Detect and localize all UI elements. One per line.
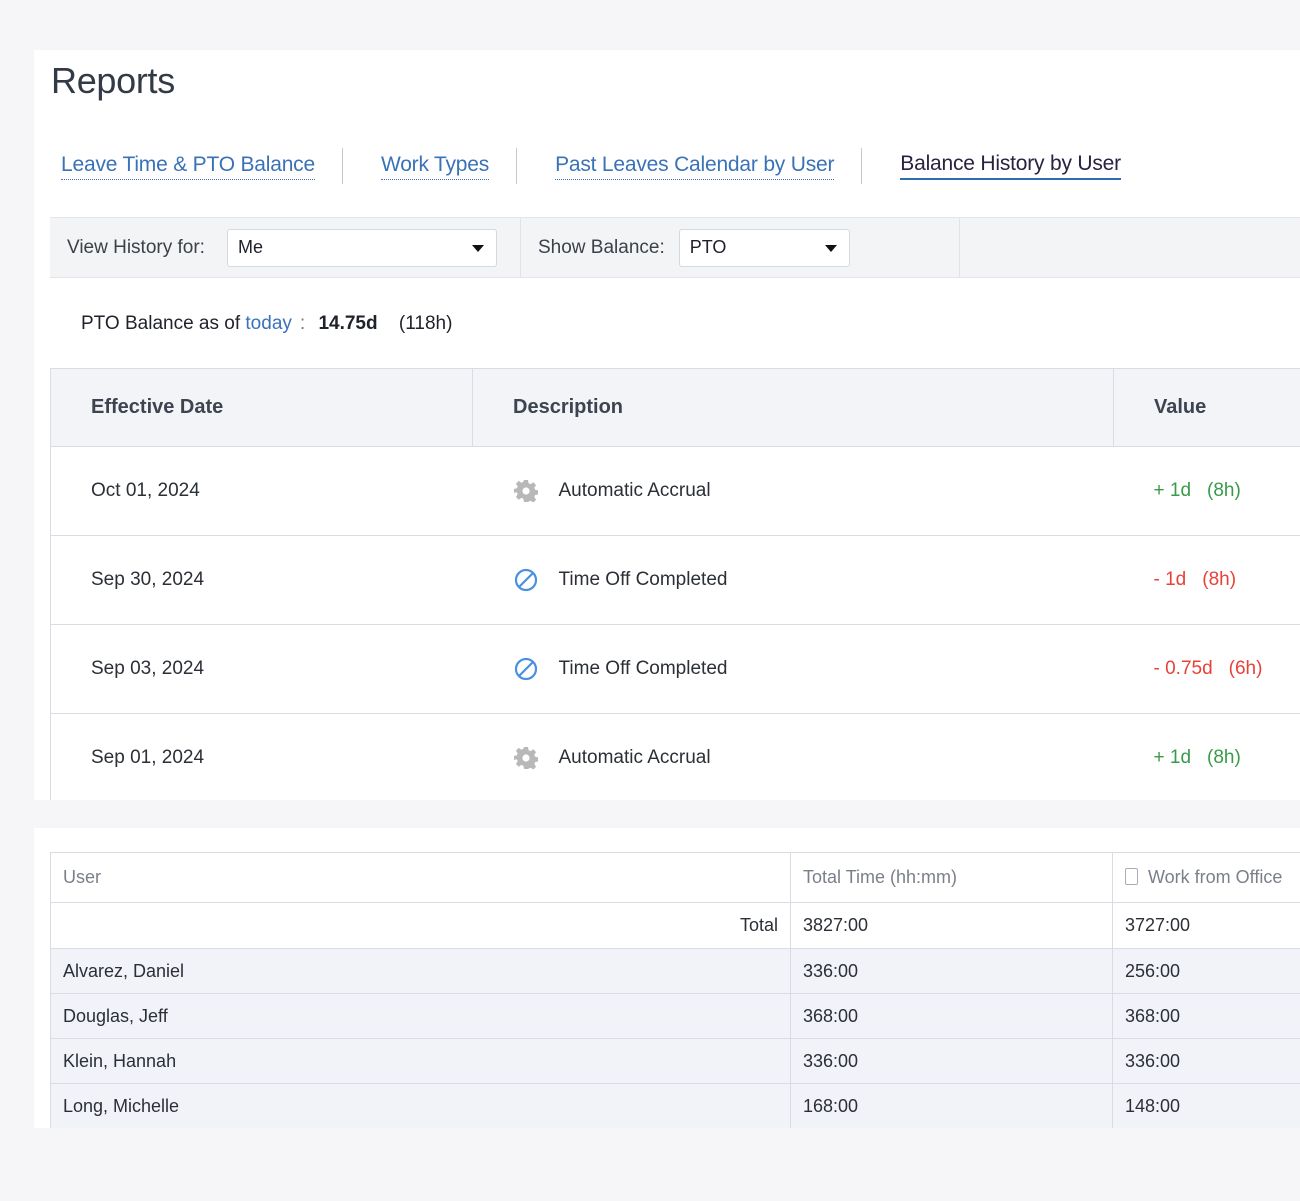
- show-balance-filter: Show Balance: PTO: [521, 218, 960, 277]
- description-text: Time Off Completed: [558, 569, 728, 590]
- value-hours: (6h): [1228, 658, 1263, 679]
- column-header-value[interactable]: Value: [1113, 368, 1300, 447]
- view-history-filter: View History for: Me: [50, 218, 521, 277]
- user-cell[interactable]: Klein, Hannah: [50, 1038, 791, 1084]
- total-time-cell: 368:00: [790, 993, 1113, 1039]
- work-types-table: User Total Time (hh:mm) Work from Office…: [50, 852, 1300, 1128]
- table-row: Long, Michelle 168:00 148:00: [50, 1083, 1300, 1128]
- view-history-value: Me: [237, 237, 263, 257]
- table-row: Alvarez, Daniel 336:00 256:00: [50, 948, 1300, 994]
- value-days: + 1d: [1153, 747, 1192, 768]
- column-header-user[interactable]: User: [50, 852, 791, 903]
- table-header-row: Effective Date Description Value: [50, 368, 1300, 447]
- balance-days: 14.75d: [318, 313, 378, 334]
- user-cell[interactable]: Long, Michelle: [50, 1083, 791, 1128]
- column-header-effective-date[interactable]: Effective Date: [50, 368, 473, 447]
- tab-work-types[interactable]: Work Types: [380, 153, 489, 180]
- value-days: - 0.75d: [1153, 658, 1213, 679]
- table-row: Klein, Hannah 336:00 336:00: [50, 1038, 1300, 1084]
- value-cell: + 1d (8h): [1113, 713, 1300, 800]
- value-cell: - 1d (8h): [1113, 535, 1300, 625]
- value-days: + 1d: [1153, 480, 1192, 501]
- balance-colon: :: [299, 313, 306, 334]
- table-header-row: User Total Time (hh:mm) Work from Office: [50, 852, 1300, 903]
- value-hours: (8h): [1202, 569, 1237, 590]
- table-row: Oct 01, 2024 Automatic Accrual + 1d (8h): [50, 446, 1300, 536]
- filter-bar: View History for: Me Show Balance: PTO: [50, 217, 1300, 278]
- effective-date-cell: Sep 01, 2024: [50, 713, 473, 800]
- work-from-office-cell: 336:00: [1112, 1038, 1300, 1084]
- gear-icon: [513, 745, 539, 771]
- tab-balance-history-by-user[interactable]: Balance History by User: [900, 152, 1121, 180]
- effective-date-cell: Oct 01, 2024: [50, 446, 473, 536]
- value-hours: (8h): [1207, 480, 1241, 501]
- table-row: Sep 30, 2024 Time Off Completed - 1d (8h): [50, 535, 1300, 625]
- work-from-office-cell: 256:00: [1112, 948, 1300, 994]
- description-cell: Time Off Completed: [472, 624, 1114, 714]
- value-hours: (8h): [1207, 747, 1241, 768]
- description-text: Automatic Accrual: [558, 747, 711, 768]
- value-days: - 1d: [1153, 569, 1187, 590]
- chevron-down-icon: [824, 244, 837, 252]
- description-cell: Time Off Completed: [472, 535, 1114, 625]
- tab-past-leaves-calendar[interactable]: Past Leaves Calendar by User: [555, 153, 834, 180]
- chevron-down-icon: [471, 244, 484, 252]
- table-row: Sep 01, 2024 Automatic Accrual + 1d (8h): [50, 713, 1300, 800]
- table-row: Douglas, Jeff 368:00 368:00: [50, 993, 1300, 1039]
- user-cell[interactable]: Douglas, Jeff: [50, 993, 791, 1039]
- work-from-office-cell: 3727:00: [1112, 902, 1300, 949]
- balance-prefix: PTO Balance as of: [81, 313, 241, 334]
- gear-icon: [513, 478, 539, 504]
- value-cell: - 0.75d (6h): [1113, 624, 1300, 714]
- description-text: Time Off Completed: [558, 658, 728, 679]
- description-cell: Automatic Accrual: [472, 446, 1114, 536]
- total-row: Total 3827:00 3727:00: [50, 902, 1300, 949]
- show-balance-select[interactable]: PTO: [678, 228, 850, 267]
- pto-balance-summary: PTO Balance as of today: 14.75d (118h): [81, 313, 452, 335]
- column-checkbox[interactable]: [1125, 868, 1138, 885]
- view-history-select[interactable]: Me: [226, 228, 497, 267]
- total-time-cell: 336:00: [790, 948, 1113, 994]
- work-from-office-cell: 148:00: [1112, 1083, 1300, 1128]
- view-history-label: View History for:: [67, 236, 205, 258]
- description-cell: Automatic Accrual: [472, 713, 1114, 800]
- work-from-office-cell: 368:00: [1112, 993, 1300, 1039]
- tab-leave-time-pto-balance[interactable]: Leave Time & PTO Balance: [61, 153, 315, 180]
- total-time-cell: 336:00: [790, 1038, 1113, 1084]
- show-balance-label: Show Balance:: [538, 236, 665, 258]
- total-label: Total: [50, 902, 791, 949]
- user-cell[interactable]: Alvarez, Daniel: [50, 948, 791, 994]
- total-time-cell: 3827:00: [790, 902, 1113, 949]
- tab-divider: [516, 148, 518, 184]
- balance-history-table: Effective Date Description Value Oct 01,…: [50, 368, 1300, 800]
- prohibited-icon: [513, 567, 539, 593]
- show-balance-value: PTO: [689, 237, 727, 257]
- prohibited-icon: [513, 656, 539, 682]
- effective-date-cell: Sep 30, 2024: [50, 535, 473, 625]
- column-header-description[interactable]: Description: [472, 368, 1114, 447]
- total-time-cell: 168:00: [790, 1083, 1113, 1128]
- column-header-work-from-office[interactable]: Work from Office: [1112, 852, 1300, 903]
- table-row: Sep 03, 2024 Time Off Completed - 0.75d (…: [50, 624, 1300, 714]
- balance-hours: (118h): [398, 313, 453, 334]
- effective-date-cell: Sep 03, 2024: [50, 624, 473, 714]
- column-header-total-time[interactable]: Total Time (hh:mm): [790, 852, 1113, 903]
- work-types-panel: User Total Time (hh:mm) Work from Office…: [34, 828, 1300, 1128]
- value-cell: + 1d (8h): [1113, 446, 1300, 536]
- report-tabs: Leave Time & PTO Balance Work Types Past…: [61, 148, 1121, 184]
- tab-divider: [341, 148, 343, 184]
- page-title: Reports: [51, 60, 175, 101]
- description-text: Automatic Accrual: [558, 480, 711, 501]
- tab-divider: [861, 148, 863, 184]
- balance-date-link[interactable]: today: [245, 313, 291, 334]
- column-header-label: Work from Office: [1148, 867, 1283, 887]
- balance-history-panel: Reports Leave Time & PTO Balance Work Ty…: [34, 50, 1300, 800]
